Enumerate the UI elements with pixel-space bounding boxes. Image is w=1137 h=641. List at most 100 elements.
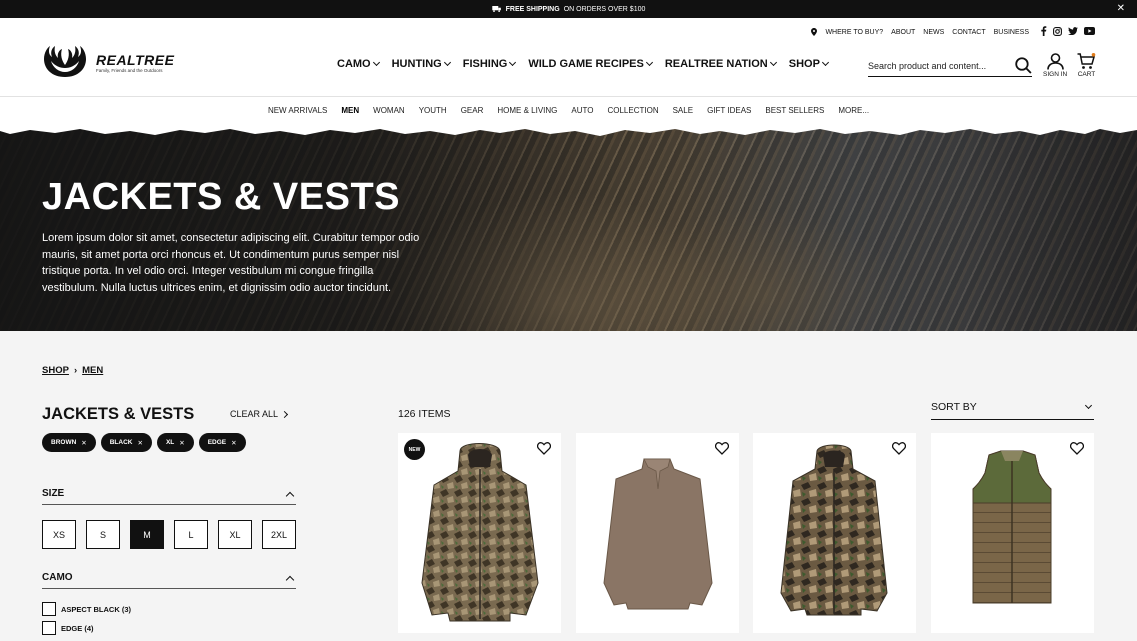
subnav-men[interactable]: MEN [341,106,359,115]
brown-pullover-image [603,458,713,610]
filter-chip-black[interactable]: BLACK ✕ [100,433,152,452]
nav-wild-game-recipes-label: WILD GAME RECIPES [528,58,644,70]
size-option-xl[interactable]: XL [218,520,252,549]
product-card[interactable]: NEW [398,433,561,633]
chevron-down-icon [1084,401,1093,410]
nav-wild-game-recipes[interactable]: WILD GAME RECIPES [528,58,653,70]
chip-label: XL [165,439,175,446]
checkbox[interactable] [42,602,56,616]
active-filter-chips: BROWN ✕ BLACK ✕ XL ✕ EDGE ✕ [42,433,246,452]
green-quilted-vest-image [972,450,1052,604]
clear-all-button[interactable]: CLEAR ALL [230,409,289,419]
size-option-2xl[interactable]: 2XL [262,520,296,549]
product-card[interactable] [931,433,1094,633]
util-link-where-to-buy[interactable]: WHERE TO BUY? [825,29,883,36]
heart-icon[interactable] [537,442,551,455]
subnav-youth[interactable]: YOUTH [419,106,447,115]
nav-hunting[interactable]: HUNTING [391,58,451,70]
chevron-up-icon[interactable] [285,575,295,584]
chevron-up-icon[interactable] [285,491,295,500]
nav-shop[interactable]: SHOP [788,58,829,70]
realtree-logo[interactable]: REALTREE Family, Friends and the Outdoor… [38,42,178,82]
sign-in-button[interactable]: SIGN IN [1043,53,1067,78]
cart-button[interactable]: CART [1077,53,1096,78]
remove-icon[interactable]: ✕ [81,439,86,447]
camo-option-edge[interactable]: EDGE (4) [42,621,94,635]
truck-icon [491,6,501,12]
nav-fishing[interactable]: FISHING [463,58,517,70]
subnav-gift-ideas[interactable]: GIFT IDEAS [707,106,751,115]
subnav-gear[interactable]: GEAR [461,106,484,115]
nav-realtree-nation[interactable]: REALTREE NATION [665,58,777,70]
breadcrumb-men[interactable]: MEN [82,365,103,376]
nav-camo[interactable]: CAMO [337,58,380,70]
antler-logo-icon [44,46,86,77]
util-link-business[interactable]: BUSINESS [994,29,1029,36]
camo-option-aspect-black[interactable]: ASPECT BLACK (3) [42,602,131,616]
hero-description: Lorem ipsum dolor sit amet, consectetur … [42,232,420,294]
nav-hunting-label: HUNTING [391,58,442,70]
sign-in-label: SIGN IN [1043,71,1068,78]
main-navigation: CAMO HUNTING FISHING WILD GAME RECIPES R… [337,58,829,70]
util-link-about[interactable]: ABOUT [891,29,915,36]
category-subnav: NEW ARRIVALS MEN WOMAN YOUTH GEAR HOME &… [0,97,1137,124]
size-facet-header[interactable]: SIZE [42,483,296,505]
subnav-sale[interactable]: SALE [673,106,693,115]
heart-icon[interactable] [1070,442,1084,455]
product-card[interactable] [753,433,916,633]
filter-chip-xl[interactable]: XL ✕ [156,433,194,452]
instagram-icon[interactable] [1053,26,1062,36]
product-card[interactable] [576,433,739,633]
promo-bold: FREE SHIPPING [505,5,560,13]
size-option-s[interactable]: S [86,520,120,549]
youtube-icon[interactable] [1084,27,1095,35]
subnav-home-living[interactable]: HOME & LIVING [497,106,557,115]
breadcrumb-shop[interactable]: SHOP [42,365,69,376]
chevron-down-icon [509,58,517,67]
heart-icon[interactable] [892,442,906,455]
subnav-woman[interactable]: WOMAN [373,106,405,115]
remove-icon[interactable]: ✕ [137,439,142,447]
utility-links: WHERE TO BUY? ABOUT NEWS CONTACT BUSINES… [811,28,1029,36]
size-option-m[interactable]: M [130,520,164,549]
search-icon[interactable] [1015,57,1032,74]
subnav-new-arrivals[interactable]: NEW ARRIVALS [268,106,327,115]
subnav-auto[interactable]: AUTO [571,106,593,115]
util-link-contact[interactable]: CONTACT [952,29,985,36]
chip-label: EDGE [207,439,227,446]
subnav-best-sellers[interactable]: BEST SELLERS [765,106,824,115]
size-option-xs[interactable]: XS [42,520,76,549]
camo-parka-image [780,444,888,616]
subnav-more[interactable]: MORE... [838,106,869,115]
size-facet-title: SIZE [42,488,65,499]
search-input[interactable] [868,60,1008,71]
breadcrumb: SHOP › MEN [42,365,103,376]
new-badge: NEW [404,439,425,460]
chevron-down-icon [769,58,777,67]
chevron-down-icon [821,58,829,67]
facebook-icon[interactable] [1040,26,1047,36]
heart-icon[interactable] [715,442,729,455]
chip-label: BROWN [51,439,77,446]
sort-dropdown[interactable]: SORT BY [931,395,1094,420]
camo-facet-header[interactable]: CAMO [42,567,296,589]
filter-title: JACKETS & VESTS [42,405,195,423]
subnav-collection[interactable]: COLLECTION [607,106,658,115]
camo-option-label: EDGE (4) [61,623,94,633]
hero-banner: JACKETS & VESTS Lorem ipsum dolor sit am… [0,124,1137,331]
camo-hooded-jacket-image [421,443,539,622]
filter-chip-edge[interactable]: EDGE ✕ [198,433,246,452]
util-link-news[interactable]: NEWS [923,29,944,36]
size-option-l[interactable]: L [174,520,208,549]
filter-chip-brown[interactable]: BROWN ✕ [42,433,96,452]
checkbox[interactable] [42,621,56,635]
close-icon[interactable]: ✕ [1117,3,1125,15]
twitter-icon[interactable] [1068,27,1078,35]
remove-icon[interactable]: ✕ [179,439,184,447]
user-icon [1046,53,1064,70]
location-pin-icon [811,28,818,36]
remove-icon[interactable]: ✕ [231,439,236,447]
nav-shop-label: SHOP [788,58,820,70]
brand-name: REALTREE [96,51,175,68]
clear-all-label: CLEAR ALL [230,409,279,419]
